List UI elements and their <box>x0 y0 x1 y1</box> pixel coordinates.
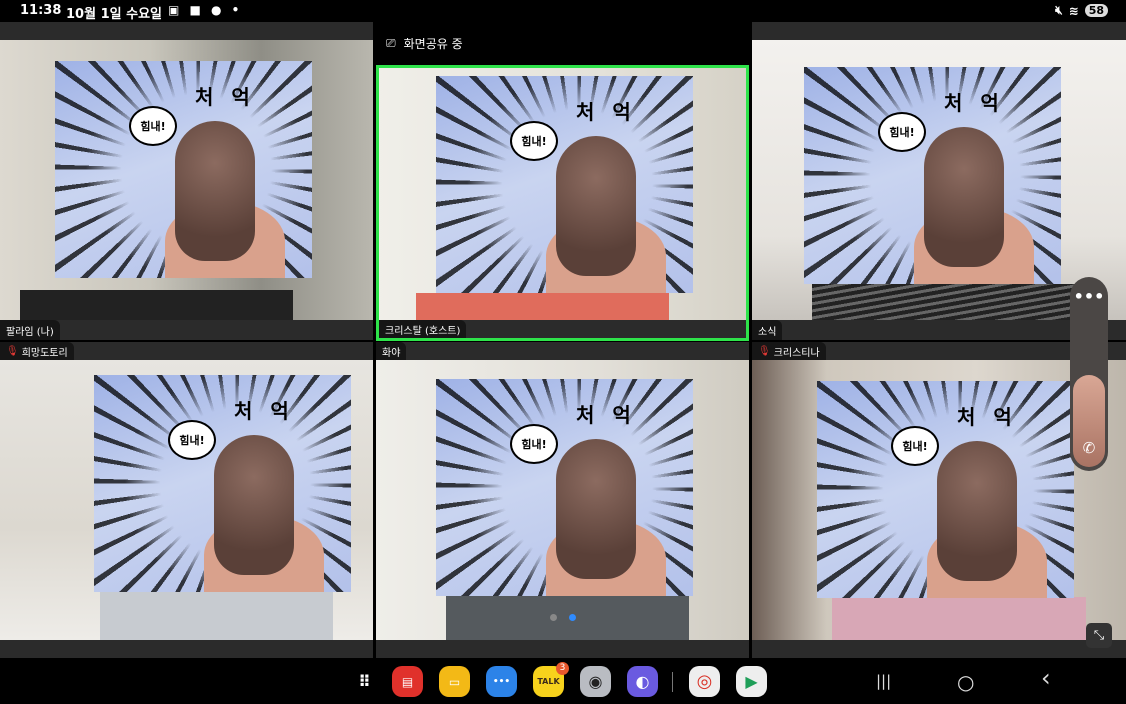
notes-app-icon[interactable]: ▤ <box>392 666 423 697</box>
clock: 11:38 <box>20 3 62 18</box>
notification-badge: 3 <box>556 662 569 675</box>
wifi-icon: ≋ <box>1068 3 1079 18</box>
page-dot[interactable] <box>550 614 557 621</box>
notification-icons: ▣ ■ ● • <box>168 3 243 17</box>
messages-app-icon[interactable]: ••• <box>486 666 517 697</box>
mic-muted-icon: 🎙︎ <box>6 345 19 357</box>
shared-meme-image: 힘내! 처억 <box>436 76 693 293</box>
shared-meme-image: 힘내! 처억 <box>817 381 1074 598</box>
more-options-button[interactable]: ••• <box>1070 287 1108 306</box>
mic-muted-icon: 🎙︎ <box>758 345 771 357</box>
chrome-app-icon[interactable]: ◎ <box>689 666 720 697</box>
recents-button[interactable]: ||| <box>876 672 891 690</box>
back-button[interactable]: ‹ <box>1041 664 1051 692</box>
page-dot-active[interactable] <box>569 614 576 621</box>
minimize-button[interactable]: ⤡ <box>1086 623 1112 648</box>
phone-icon: ✆ <box>1082 439 1096 457</box>
shared-meme-image: 힘내! 처억 <box>436 379 693 596</box>
date: 10월 1일 수요일 <box>66 7 162 22</box>
mute-icon: 🔇︎ <box>1055 3 1063 17</box>
screen-share-status: ⎚ 화면공유 중 <box>376 22 749 65</box>
home-button[interactable]: ○ <box>957 670 974 694</box>
internet-app-icon[interactable]: ◐ <box>627 666 658 697</box>
participant-tile[interactable]: 화야 힘내! 처억 <box>376 342 749 658</box>
shared-meme-image: 힘내! 처억 <box>94 375 351 592</box>
status-bar: 11:38 10월 1일 수요일 ▣ ■ ● • 🔇︎ ≋ 58 <box>0 0 1126 22</box>
participant-tile[interactable]: 힘내! 처억 팔라임 (나) <box>0 22 373 340</box>
participant-name: 🎙︎ 희망도토리 <box>0 342 74 360</box>
participant-name: 화야 <box>376 342 407 360</box>
play-store-app-icon[interactable]: ▶ <box>736 666 767 697</box>
participant-name: 팔라임 (나) <box>0 320 60 340</box>
shared-meme-image: 힘내! 처억 <box>804 67 1061 284</box>
participant-name: 소식 <box>752 320 783 340</box>
shared-meme-image: 힘내! 처억 <box>55 61 312 278</box>
participant-name: 크리스탈 (호스트) <box>379 320 467 338</box>
my-files-app-icon[interactable]: ▭ <box>439 666 470 697</box>
participant-tile[interactable]: 힘내! 처억 크리스탈 (호스트) <box>376 65 749 341</box>
floating-call-controls: ••• ✆ <box>1070 277 1108 471</box>
battery-indicator: 58 <box>1084 4 1108 17</box>
call-button[interactable]: ✆ <box>1073 375 1105 467</box>
participant-tile[interactable]: 🎙︎ 희망도토리 힘내! 처억 <box>0 342 373 658</box>
camera-app-icon[interactable]: ◉ <box>580 666 611 697</box>
dock-divider <box>672 672 673 692</box>
screen-share-icon: ⎚ <box>386 36 396 50</box>
app-drawer-button[interactable]: ⠿ <box>349 666 380 697</box>
participant-name: 🎙︎ 크리스티나 <box>752 342 826 360</box>
